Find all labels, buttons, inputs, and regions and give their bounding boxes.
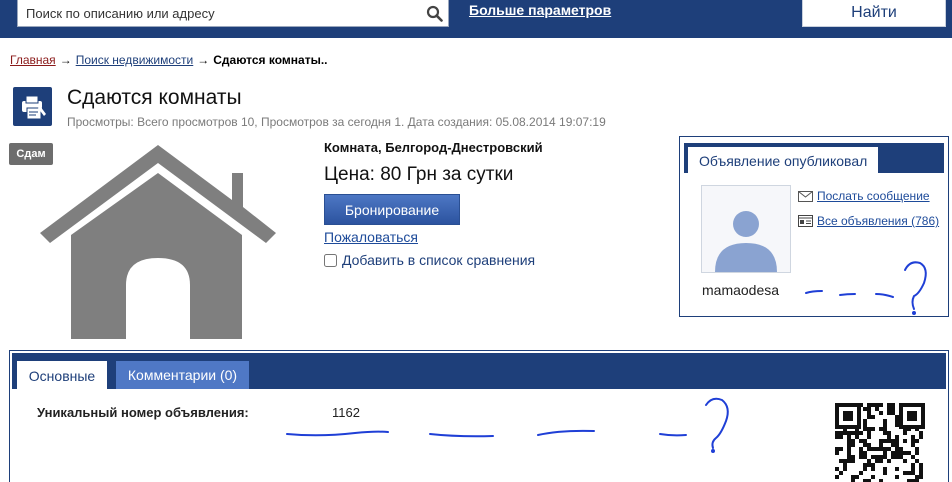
breadcrumb-separator: →	[197, 53, 210, 67]
complain-link[interactable]: Пожаловаться	[324, 229, 418, 245]
find-button[interactable]: Найти	[802, 0, 946, 27]
offer-type-badge: Сдам	[9, 143, 53, 165]
breadcrumb: Главная → Поиск недвижимости → Сдаются к…	[10, 53, 328, 67]
top-bar: Больше параметров Найти	[0, 0, 952, 38]
breadcrumb-home-link[interactable]: Главная	[10, 53, 56, 67]
compare-checkbox[interactable]	[324, 253, 337, 267]
search-icon[interactable]	[420, 0, 448, 27]
breadcrumb-separator: →	[59, 53, 72, 67]
compare-option[interactable]: Добавить в список сравнения	[324, 252, 535, 268]
envelope-icon	[798, 190, 813, 202]
publisher-box: Объявление опубликовал mamaodesa Послать…	[679, 136, 949, 317]
search-box	[17, 0, 449, 27]
more-params-link[interactable]: Больше параметров	[469, 2, 611, 18]
tabs-bar: Основные Комментарии (0)	[12, 353, 946, 390]
qr-code	[835, 403, 925, 482]
tab-main[interactable]: Основные	[17, 361, 107, 390]
send-message-row: Послать сообщение	[798, 189, 930, 203]
page-title: Сдаются комнаты	[67, 86, 242, 109]
unique-number-value: 1162	[332, 405, 360, 420]
compare-label: Добавить в список сравнения	[342, 252, 536, 268]
house-image	[40, 145, 276, 339]
listings-icon	[798, 215, 813, 227]
price: Цена: 80 Грн за сутки	[324, 164, 514, 185]
listing-icon	[13, 87, 52, 126]
all-listings-row: Все объявления (786)	[798, 214, 939, 228]
publisher-header: Объявление опубликовал	[684, 143, 944, 174]
tab-comments[interactable]: Комментарии (0)	[116, 361, 249, 389]
send-message-link[interactable]: Послать сообщение	[817, 189, 930, 203]
publisher-heading: Объявление опубликовал	[688, 147, 879, 174]
breadcrumb-search-link[interactable]: Поиск недвижимости	[76, 53, 194, 67]
booking-button[interactable]: Бронирование	[324, 194, 460, 225]
breadcrumb-current: Сдаются комнаты..	[213, 53, 328, 67]
username: mamaodesa	[702, 282, 780, 298]
room-location: Комната, Белгород-Днестровский	[324, 140, 543, 155]
all-listings-link[interactable]: Все объявления (786)	[817, 214, 939, 228]
search-input[interactable]	[18, 0, 420, 26]
unique-number-label: Уникальный номер объявления:	[37, 405, 249, 420]
view-stats: Просмотры: Всего просмотров 10, Просмотр…	[67, 115, 606, 129]
avatar[interactable]	[701, 185, 791, 273]
